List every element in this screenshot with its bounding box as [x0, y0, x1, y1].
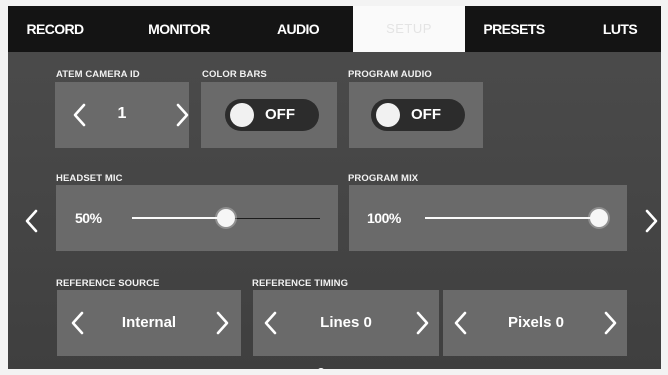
- reference-timing-lines-panel: Lines 0: [253, 290, 439, 356]
- toggle-knob: [230, 103, 254, 127]
- camera-id-decrease-button[interactable]: [71, 102, 89, 128]
- atem-camera-id-panel: 1: [55, 82, 189, 148]
- lines-value: Lines 0: [320, 314, 372, 331]
- headset-mic-panel: 50%: [56, 185, 338, 251]
- program-mix-value: 100%: [367, 210, 401, 226]
- lines-increase-button[interactable]: [413, 310, 431, 336]
- page-dot[interactable]: [316, 367, 325, 369]
- chevron-right-icon: [416, 311, 429, 335]
- tab-bar: RECORD MONITOR AUDIO SETUP PRESETS LUTS: [8, 6, 661, 52]
- color-bars-state: OFF: [265, 106, 295, 123]
- tab-luts[interactable]: LUTS: [580, 6, 660, 52]
- chevron-right-icon: [645, 209, 658, 233]
- reference-source-previous-button[interactable]: [69, 310, 87, 336]
- tab-record[interactable]: RECORD: [8, 6, 102, 52]
- reference-source-value: Internal: [121, 314, 177, 331]
- pixels-increase-button[interactable]: [601, 310, 619, 336]
- slider-thumb[interactable]: [590, 209, 608, 227]
- slider-track: [226, 218, 320, 219]
- program-mix-label: PROGRAM MIX: [348, 173, 419, 184]
- pixels-value: Pixels 0: [508, 314, 564, 331]
- lines-decrease-button[interactable]: [262, 310, 280, 336]
- tab-audio[interactable]: AUDIO: [244, 6, 352, 52]
- slider-fill: [425, 217, 599, 219]
- program-mix-slider[interactable]: [425, 209, 608, 227]
- chevron-right-icon: [176, 103, 189, 127]
- reference-source-next-button[interactable]: [213, 310, 231, 336]
- color-bars-panel: OFF: [201, 82, 337, 148]
- color-bars-toggle[interactable]: OFF: [225, 99, 319, 131]
- chevron-right-icon: [216, 311, 229, 335]
- program-audio-state: OFF: [411, 106, 441, 123]
- program-audio-toggle[interactable]: OFF: [371, 99, 465, 131]
- program-audio-panel: OFF: [349, 82, 483, 148]
- chevron-left-icon: [25, 209, 38, 233]
- camera-id-increase-button[interactable]: [173, 102, 191, 128]
- page-indicator: [8, 363, 661, 369]
- reference-timing-label: REFERENCE TIMING: [252, 278, 349, 289]
- program-audio-label: PROGRAM AUDIO: [348, 69, 432, 80]
- reference-source-panel: Internal: [57, 290, 241, 356]
- reference-timing-pixels-panel: Pixels 0: [443, 290, 627, 356]
- headset-mic-slider[interactable]: [132, 209, 320, 227]
- tab-setup[interactable]: SETUP: [353, 6, 465, 52]
- tab-monitor[interactable]: MONITOR: [119, 6, 239, 52]
- slider-fill: [132, 217, 226, 219]
- chevron-left-icon: [71, 311, 84, 335]
- atem-camera-id-label: ATEM CAMERA ID: [56, 69, 140, 80]
- previous-page-button[interactable]: [23, 208, 41, 234]
- chevron-right-icon: [604, 311, 617, 335]
- headset-mic-value: 50%: [75, 210, 102, 226]
- headset-mic-label: HEADSET MIC: [56, 173, 123, 184]
- camera-id-value: 1: [117, 105, 127, 122]
- camera-setup-screen: RECORD MONITOR AUDIO SETUP PRESETS LUTS …: [8, 6, 661, 369]
- reference-source-label: REFERENCE SOURCE: [56, 278, 160, 289]
- next-page-button[interactable]: [642, 208, 660, 234]
- color-bars-label: COLOR BARS: [202, 69, 267, 80]
- program-mix-panel: 100%: [349, 185, 627, 251]
- tab-presets[interactable]: PRESETS: [470, 6, 558, 52]
- slider-thumb[interactable]: [217, 209, 235, 227]
- pixels-decrease-button[interactable]: [452, 310, 470, 336]
- chevron-left-icon: [454, 311, 467, 335]
- chevron-left-icon: [264, 311, 277, 335]
- chevron-left-icon: [73, 103, 86, 127]
- toggle-knob: [376, 103, 400, 127]
